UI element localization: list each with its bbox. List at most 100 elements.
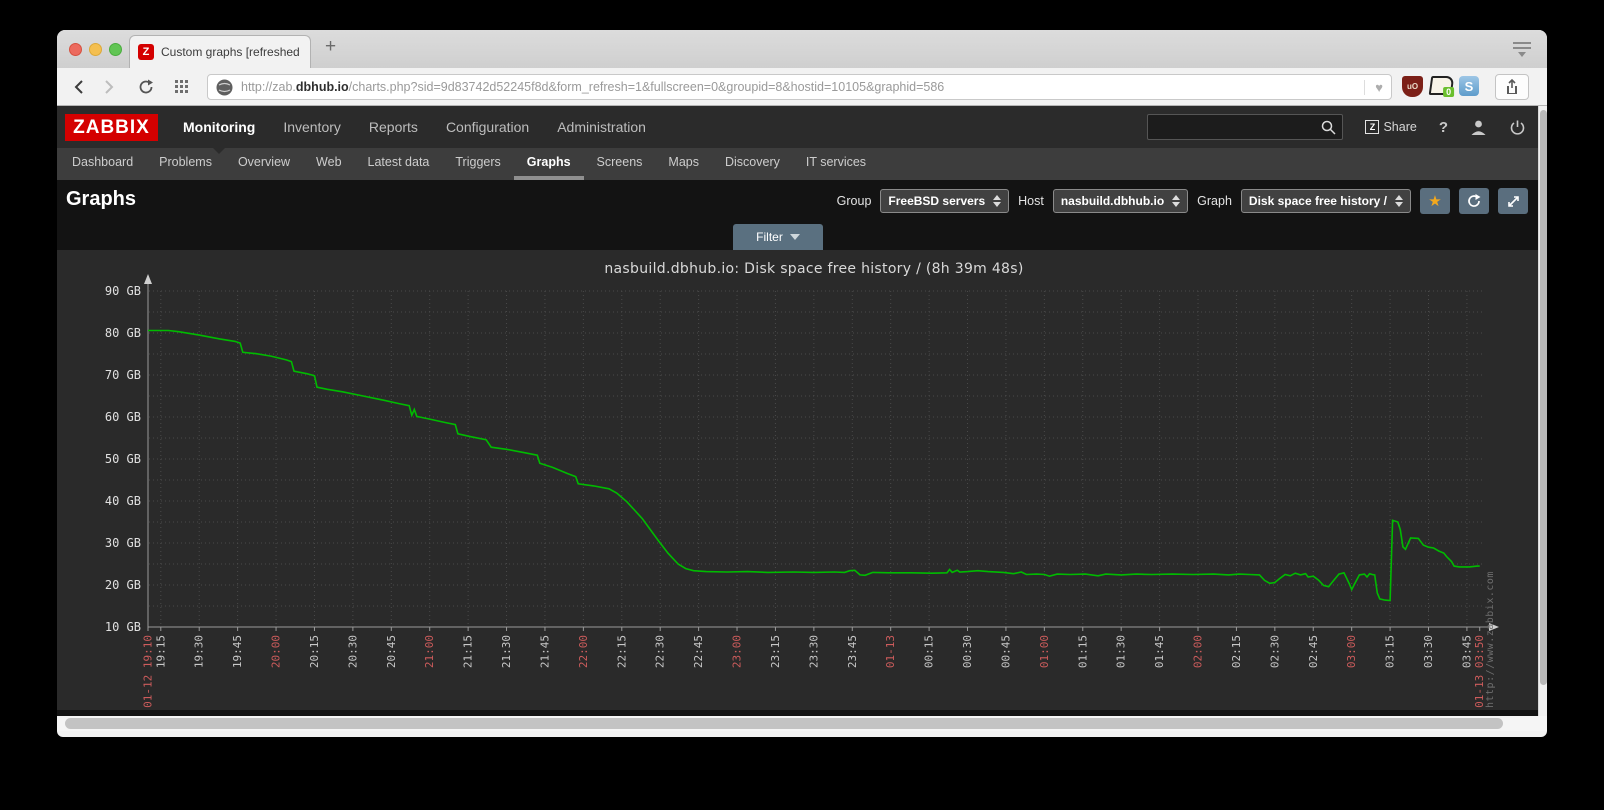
svg-text:22:15: 22:15	[615, 635, 628, 668]
new-tab-button[interactable]: +	[325, 36, 336, 58]
svg-text:21:00: 21:00	[423, 635, 436, 668]
nav-configuration[interactable]: Configuration	[432, 106, 543, 148]
subnav-overview[interactable]: Overview	[225, 148, 303, 180]
zabbix-logo[interactable]: ZABBIX	[65, 114, 158, 141]
horizontal-scrollbar[interactable]	[57, 716, 1547, 731]
svg-text:01:00: 01:00	[1038, 635, 1051, 668]
help-button[interactable]: ?	[1439, 119, 1448, 136]
nav-monitoring[interactable]: Monitoring	[169, 106, 269, 148]
svg-text:90 GB: 90 GB	[105, 284, 141, 298]
graph-label: Graph	[1197, 194, 1232, 208]
host-select[interactable]: nasbuild.dbhub.io	[1053, 189, 1188, 213]
nav-reports[interactable]: Reports	[355, 106, 432, 148]
vertical-scrollbar[interactable]	[1538, 106, 1547, 716]
search-icon	[1320, 119, 1337, 136]
svg-text:02:00: 02:00	[1192, 635, 1205, 668]
share-menu[interactable]: Z Share	[1365, 120, 1416, 134]
vertical-scrollbar-thumb[interactable]	[1540, 110, 1547, 685]
horizontal-scrollbar-thumb[interactable]	[65, 718, 1503, 729]
zabbix-watermark: http://www.zabbix.com	[1485, 538, 1496, 708]
svg-text:02:30: 02:30	[1268, 635, 1281, 668]
back-button[interactable]	[67, 75, 93, 99]
title-row: Graphs Group FreeBSD servers Host nasbui…	[57, 180, 1538, 222]
extension-badge: 0	[1443, 87, 1454, 97]
svg-text:21:45: 21:45	[538, 635, 551, 668]
tab-bar: Z Custom graphs [refreshed ev +	[57, 30, 1547, 68]
zabbix-page: ZABBIX Monitoring Inventory Reports Conf…	[57, 106, 1538, 716]
ublock-extension-icon[interactable]: uO	[1402, 76, 1423, 97]
url-field[interactable]: http://zab.dbhub.io/charts.php?sid=9d837…	[207, 74, 1392, 100]
browser-tab[interactable]: Z Custom graphs [refreshed ev	[129, 35, 311, 68]
favourite-button[interactable]: ★	[1420, 188, 1450, 214]
minimize-window-button[interactable]	[89, 43, 102, 56]
subnav-it-services[interactable]: IT services	[793, 148, 879, 180]
chevron-down-icon	[790, 234, 800, 240]
close-window-button[interactable]	[69, 43, 82, 56]
zabbix-favicon: Z	[138, 44, 154, 60]
share-icon	[1504, 78, 1520, 96]
logout-icon[interactable]	[1509, 119, 1526, 136]
svg-text:19:15: 19:15	[154, 635, 167, 668]
svg-text:70 GB: 70 GB	[105, 368, 141, 382]
svg-text:03:45: 03:45	[1460, 635, 1473, 668]
zabbix-header: ZABBIX Monitoring Inventory Reports Conf…	[57, 106, 1538, 148]
refresh-button[interactable]	[1459, 188, 1489, 214]
chart-panel: nasbuild.dbhub.io: Disk space free histo…	[57, 250, 1538, 710]
filter-button[interactable]: Filter	[733, 224, 823, 250]
svg-text:21:15: 21:15	[462, 635, 475, 668]
svg-text:03:15: 03:15	[1384, 635, 1397, 668]
url-text: http://zab.dbhub.io/charts.php?sid=9d837…	[241, 80, 1364, 94]
svg-text:30 GB: 30 GB	[105, 536, 141, 550]
svg-text:22:45: 22:45	[692, 635, 705, 668]
svg-text:01-13: 01-13	[884, 635, 897, 668]
reload-button[interactable]	[133, 75, 159, 99]
heart-icon[interactable]: ♥	[1364, 80, 1383, 95]
subnav-discovery[interactable]: Discovery	[712, 148, 793, 180]
tab-overview-icon[interactable]	[1513, 42, 1531, 57]
user-profile-icon[interactable]	[1470, 119, 1487, 136]
subnav-graphs[interactable]: Graphs	[514, 148, 584, 180]
group-select[interactable]: FreeBSD servers	[880, 189, 1009, 213]
fullscreen-button[interactable]	[1498, 188, 1528, 214]
search-input[interactable]	[1147, 114, 1343, 140]
svg-text:22:00: 22:00	[577, 635, 590, 668]
svg-text:23:45: 23:45	[846, 635, 859, 668]
select-arrows-icon	[1395, 195, 1403, 207]
select-arrows-icon	[993, 195, 1001, 207]
subnav-triggers[interactable]: Triggers	[442, 148, 513, 180]
sneaker-extension-icon[interactable]: 0	[1429, 76, 1455, 95]
svg-text:19:30: 19:30	[193, 635, 206, 668]
svg-text:22:30: 22:30	[654, 635, 667, 668]
share-button[interactable]	[1495, 74, 1529, 100]
subnav-web[interactable]: Web	[303, 148, 354, 180]
sub-nav: Dashboard Problems Overview Web Latest d…	[57, 148, 1538, 180]
nav-inventory[interactable]: Inventory	[269, 106, 355, 148]
zoom-window-button[interactable]	[109, 43, 122, 56]
svg-text:01:30: 01:30	[1115, 635, 1128, 668]
svg-text:19:45: 19:45	[231, 635, 244, 668]
select-arrows-icon	[1172, 195, 1180, 207]
chevron-right-icon	[99, 78, 117, 96]
svg-text:02:15: 02:15	[1230, 635, 1243, 668]
nav-administration[interactable]: Administration	[543, 106, 660, 148]
svg-text:10 GB: 10 GB	[105, 620, 141, 634]
svg-text:00:30: 00:30	[961, 635, 974, 668]
svg-text:01-12 19:10: 01-12 19:10	[142, 635, 155, 708]
svg-text:23:30: 23:30	[807, 635, 820, 668]
reload-icon	[137, 78, 155, 96]
subnav-latest-data[interactable]: Latest data	[355, 148, 443, 180]
star-icon: ★	[1428, 192, 1441, 210]
fullscreen-icon	[1506, 194, 1521, 209]
grid-icon	[174, 79, 190, 95]
s-extension-icon[interactable]: S	[1459, 76, 1479, 96]
svg-text:80 GB: 80 GB	[105, 326, 141, 340]
browser-window: Z Custom graphs [refreshed ev +	[57, 30, 1547, 737]
svg-text:60 GB: 60 GB	[105, 410, 141, 424]
subnav-screens[interactable]: Screens	[584, 148, 656, 180]
top-sites-button[interactable]	[169, 75, 195, 99]
subnav-maps[interactable]: Maps	[655, 148, 712, 180]
disk-space-free-chart[interactable]: 01-12 19:1019:1519:3019:4520:0020:1520:3…	[57, 250, 1538, 710]
graph-select[interactable]: Disk space free history /	[1241, 189, 1411, 213]
subnav-dashboard[interactable]: Dashboard	[59, 148, 146, 180]
forward-button[interactable]	[95, 75, 121, 99]
